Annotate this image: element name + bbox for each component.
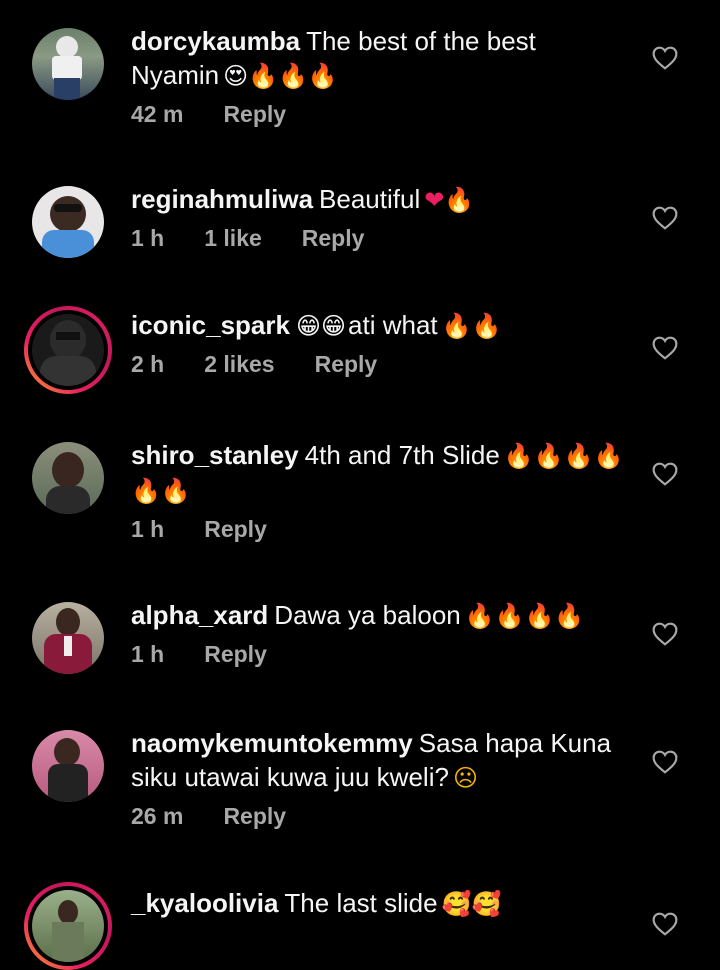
comment-meta: 26 m Reply — [131, 803, 631, 830]
comment-username[interactable]: dorcykaumba — [131, 26, 300, 56]
comment-username[interactable]: iconic_spark — [131, 310, 290, 340]
comment-meta: 42 m Reply — [131, 101, 631, 128]
reply-button[interactable]: Reply — [204, 516, 267, 543]
emoji: 😍🔥🔥🔥 — [223, 62, 338, 90]
comment-text: _kyaloolivia The last slide 🥰🥰 — [131, 888, 502, 918]
comment-meta: 2 h 2 likes Reply — [131, 351, 631, 378]
comment-text: naomykemuntokemmy Sasa hapa Kuna siku uta… — [131, 728, 612, 792]
comment-time: 26 m — [131, 803, 184, 829]
comment-username[interactable]: naomykemuntokemmy — [131, 728, 413, 758]
story-ring-avatar[interactable] — [24, 306, 112, 394]
like-heart-icon[interactable] — [652, 750, 678, 774]
comment-time: 2 h — [131, 351, 165, 377]
comment-time: 1 h — [131, 641, 165, 667]
like-heart-icon[interactable] — [652, 912, 678, 936]
comment-meta: 1 h Reply — [131, 641, 631, 668]
avatar[interactable] — [32, 186, 104, 258]
like-heart-icon[interactable] — [652, 46, 678, 70]
reply-button[interactable]: Reply — [223, 101, 286, 128]
comment-text: dorcykaumba The best of the best Nyamin 😍🔥… — [131, 26, 536, 90]
comment-username[interactable]: shiro_stanley — [131, 440, 299, 470]
avatar[interactable] — [32, 602, 104, 674]
comment-meta: 1 h 1 like Reply — [131, 225, 631, 252]
avatar — [32, 890, 104, 962]
reply-button[interactable]: Reply — [204, 641, 267, 668]
emoji: 🔥🔥 — [441, 312, 502, 340]
comment-text: reginahmuliwa Beautiful ❤🔥 — [131, 184, 475, 214]
story-ring-avatar[interactable] — [24, 882, 112, 970]
comment-username[interactable]: reginahmuliwa — [131, 184, 313, 214]
emoji: 😁😁 — [295, 312, 347, 340]
comment-meta: 1 h Reply — [131, 516, 631, 543]
reply-button[interactable]: Reply — [315, 351, 378, 378]
like-heart-icon[interactable] — [652, 206, 678, 230]
comment-text: shiro_stanley 4th and 7th Slide 🔥🔥🔥🔥🔥🔥 — [131, 440, 624, 505]
likes-count[interactable]: 1 like — [204, 225, 262, 252]
reply-button[interactable]: Reply — [302, 225, 365, 252]
comment-username[interactable]: _kyaloolivia — [131, 888, 278, 918]
comment-time: 1 h — [131, 516, 165, 542]
avatar[interactable] — [32, 730, 104, 802]
emoji: 🥰🥰 — [441, 890, 502, 918]
comment-text: alpha_xard Dawa ya baloon 🔥🔥🔥🔥 — [131, 600, 585, 630]
likes-count[interactable]: 2 likes — [204, 351, 274, 378]
emoji: ☹ — [452, 764, 478, 792]
avatar[interactable] — [32, 442, 104, 514]
comment-time: 1 h — [131, 225, 165, 251]
like-heart-icon[interactable] — [652, 622, 678, 646]
comment-text: iconic_spark 😁😁ati what 🔥🔥 — [131, 310, 502, 340]
comment-time: 42 m — [131, 101, 184, 127]
like-heart-icon[interactable] — [652, 462, 678, 486]
like-heart-icon[interactable] — [652, 336, 678, 360]
emoji: ❤🔥 — [424, 186, 475, 214]
avatar — [32, 314, 104, 386]
comment-username[interactable]: alpha_xard — [131, 600, 268, 630]
avatar[interactable] — [32, 28, 104, 100]
reply-button[interactable]: Reply — [223, 803, 286, 830]
emoji: 🔥🔥🔥🔥 — [464, 602, 585, 630]
